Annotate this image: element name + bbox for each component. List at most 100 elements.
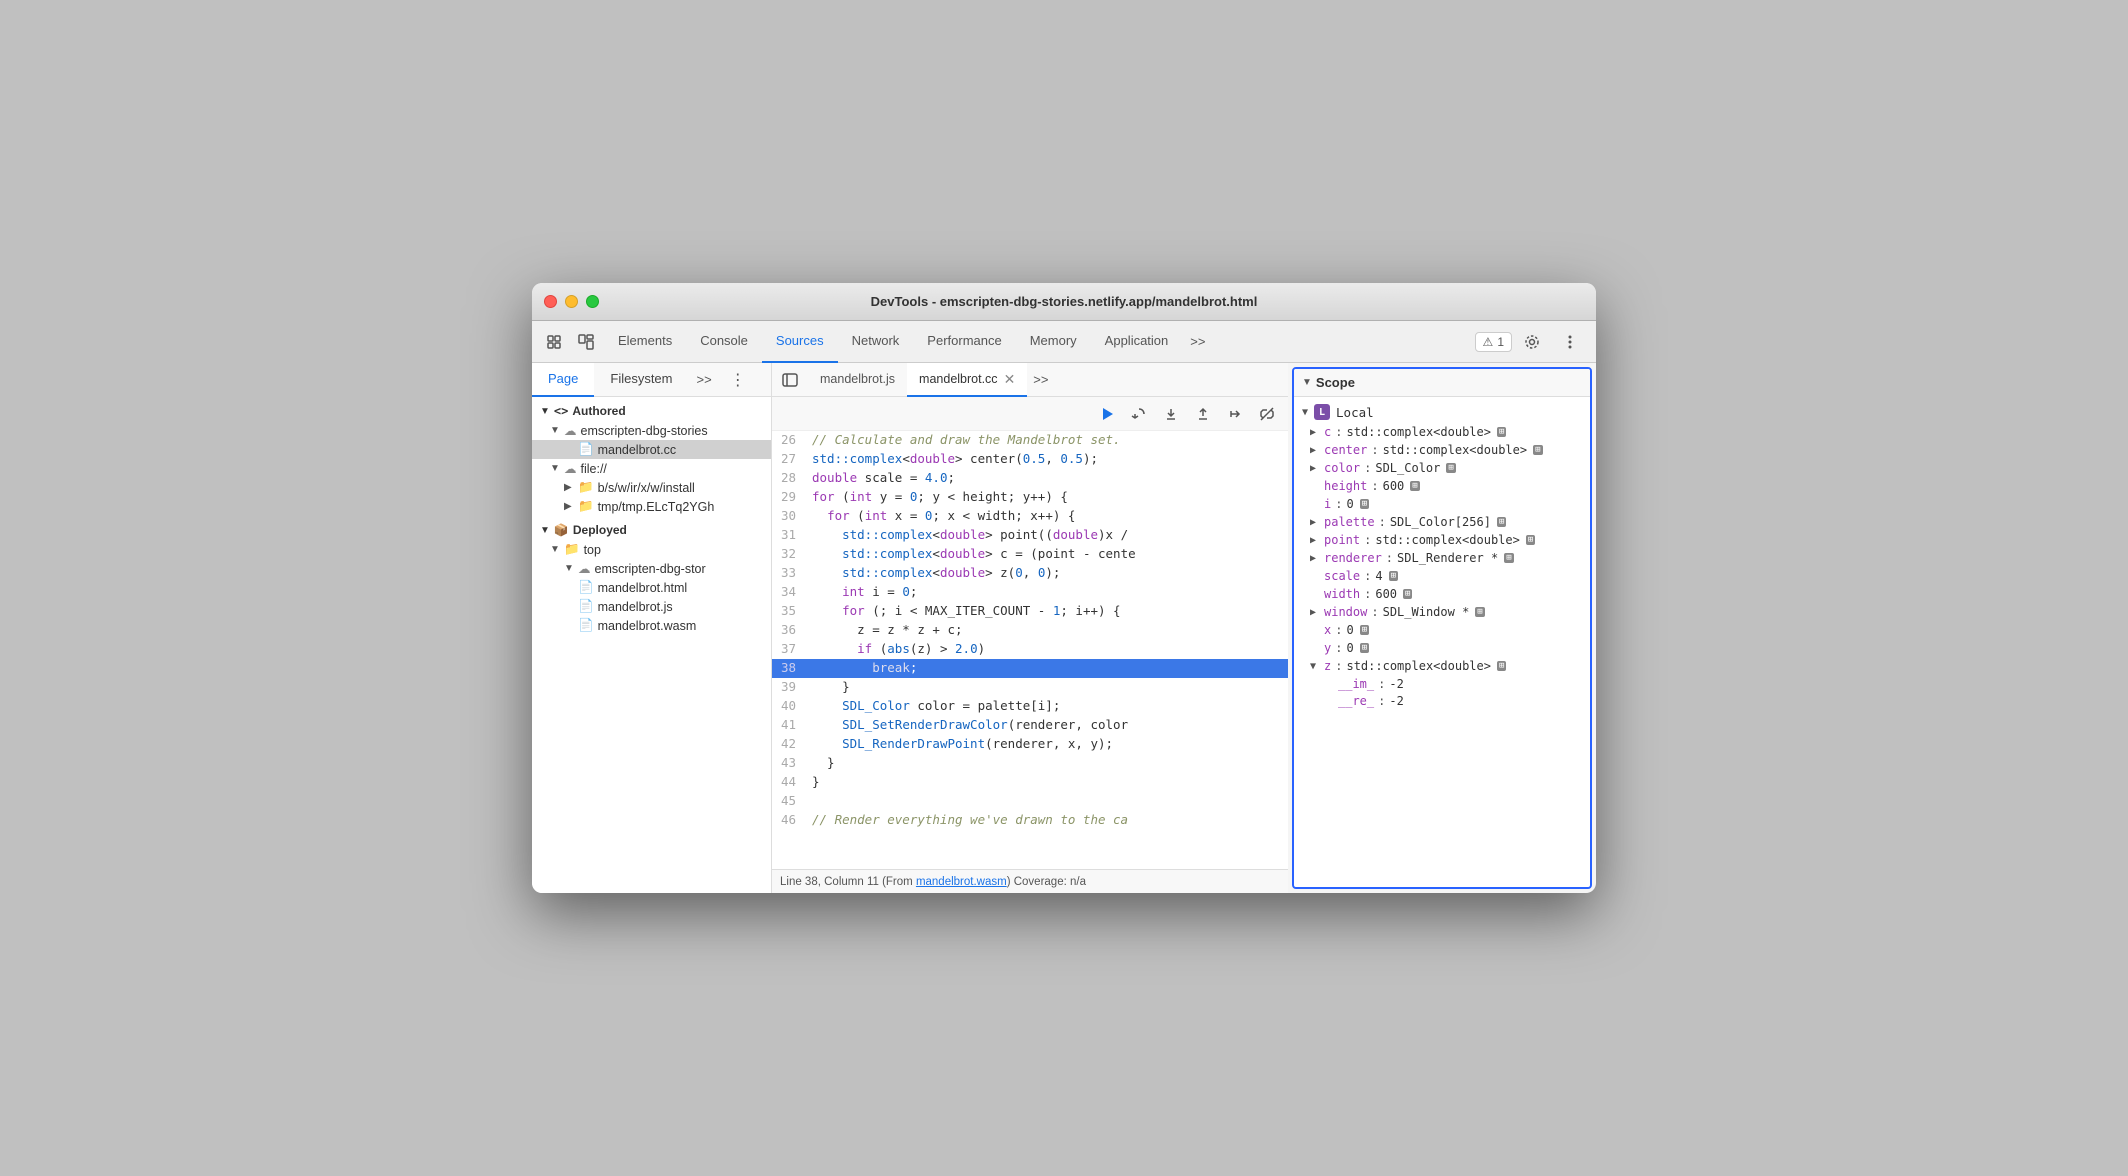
step-into-button[interactable] (1158, 401, 1184, 427)
deactivate-breakpoints-button[interactable] (1254, 401, 1280, 427)
code-line-40: 40 SDL_Color color = palette[i]; (772, 697, 1288, 716)
scope-item-scale: scale: 4⊞ (1294, 567, 1590, 585)
toolbar-right: ⚠ 1 (1475, 328, 1588, 356)
tab-sources[interactable]: Sources (762, 321, 838, 363)
more-sec-tabs[interactable]: >> (689, 372, 720, 387)
devtools-window: DevTools - emscripten-dbg-stories.netlif… (532, 283, 1596, 893)
expand-point-arrow[interactable]: ▶ (1310, 535, 1320, 546)
tab-elements[interactable]: Elements (604, 321, 686, 363)
tab-filesystem[interactable]: Filesystem (594, 363, 688, 397)
code-line-42: 42 SDL_RenderDrawPoint(renderer, x, y); (772, 735, 1288, 754)
scope-item-point[interactable]: ▶ point: std::complex<double>⊞ (1294, 531, 1590, 549)
cursor-icon[interactable] (540, 328, 568, 356)
emscripten-authored-folder[interactable]: ▼ ☁ emscripten-dbg-stories (532, 421, 771, 440)
c-badge: ⊞ (1497, 427, 1506, 437)
tab-application[interactable]: Application (1091, 321, 1183, 363)
folder-label2: file:// (581, 462, 607, 476)
code-tab-js[interactable]: mandelbrot.js (808, 363, 907, 397)
code-tab-cc[interactable]: mandelbrot.cc ✕ (907, 363, 1027, 397)
status-text: Line 38, Column 11 (From mandelbrot.wasm… (780, 876, 1086, 888)
code-line-46: 46 // Render everything we've drawn to t… (772, 811, 1288, 830)
scope-item-height: height: 600⊞ (1294, 477, 1590, 495)
scope-item-center[interactable]: ▶ center: std::complex<double>⊞ (1294, 441, 1590, 459)
more-code-tabs[interactable]: >> (1027, 372, 1054, 387)
code-content: 26 // Calculate and draw the Mandelbrot … (772, 431, 1288, 869)
settings-icon[interactable] (1518, 328, 1546, 356)
step-over-button[interactable] (1126, 401, 1152, 427)
code-line-34: 34 int i = 0; (772, 583, 1288, 602)
mandelbrot-html-file[interactable]: 📄 mandelbrot.html (532, 578, 771, 597)
emscripten-deployed-folder[interactable]: ▼ ☁ emscripten-dbg-stor (532, 559, 771, 578)
scope-item-i: i: 0⊞ (1294, 495, 1590, 513)
resume-button[interactable] (1094, 401, 1120, 427)
authored-bracket-icon: <> (554, 404, 568, 418)
scope-item-c[interactable]: ▶ c: std::complex<double>⊞ (1294, 423, 1590, 441)
center-badge: ⊞ (1533, 445, 1542, 455)
authored-label: Authored (572, 404, 625, 418)
palette-badge: ⊞ (1497, 517, 1506, 527)
mandelbrot-cc-file[interactable]: 📄 mandelbrot.cc (532, 440, 771, 459)
more-tabs-button[interactable]: >> (1182, 334, 1213, 349)
maximize-button[interactable] (586, 295, 599, 308)
scope-item-z[interactable]: ▼ z: std::complex<double>⊞ (1294, 657, 1590, 675)
cloud-icon2: ☁ (564, 461, 577, 476)
deployed-folder-label: emscripten-dbg-stor (595, 562, 706, 576)
scope-item-color[interactable]: ▶ color: SDL_Color⊞ (1294, 459, 1590, 477)
wasm-link[interactable]: mandelbrot.wasm (916, 876, 1007, 888)
warning-count: 1 (1497, 335, 1504, 349)
expand-c-arrow[interactable]: ▶ (1310, 427, 1320, 438)
folder-arrow: ▼ (550, 425, 560, 436)
install-folder[interactable]: ▶ 📁 b/s/w/ir/x/w/install (532, 478, 771, 497)
scope-item-palette[interactable]: ▶ palette: SDL_Color[256]⊞ (1294, 513, 1590, 531)
folder-arrow4: ▶ (564, 501, 574, 512)
scope-item-im: __im_: -2 (1294, 675, 1590, 692)
top-folder[interactable]: ▼ 📁 top (532, 540, 771, 559)
warning-badge[interactable]: ⚠ 1 (1475, 332, 1512, 352)
mandelbrot-wasm-file[interactable]: 📄 mandelbrot.wasm (532, 616, 771, 635)
code-line-29: 29 for (int y = 0; y < height; y++) { (772, 488, 1288, 507)
toggle-sidebar-icon[interactable] (776, 366, 804, 394)
tab-page[interactable]: Page (532, 363, 594, 397)
window-badge: ⊞ (1475, 607, 1484, 617)
deployed-section[interactable]: ▼ 📦 Deployed (532, 520, 771, 540)
step-button[interactable] (1222, 401, 1248, 427)
top-label: top (584, 543, 601, 557)
authored-section[interactable]: ▼ <> Authored (532, 401, 771, 421)
scope-item-window[interactable]: ▶ window: SDL_Window *⊞ (1294, 603, 1590, 621)
expand-renderer-arrow[interactable]: ▶ (1310, 553, 1320, 564)
tab-console[interactable]: Console (686, 321, 762, 363)
close-button[interactable] (544, 295, 557, 308)
expand-center-arrow[interactable]: ▶ (1310, 445, 1320, 456)
traffic-lights (544, 295, 599, 308)
mandelbrot-js-file[interactable]: 📄 mandelbrot.js (532, 597, 771, 616)
file-scheme-folder[interactable]: ▼ ☁ file:// (532, 459, 771, 478)
more-options-icon[interactable] (1556, 328, 1584, 356)
scope-collapse-arrow[interactable]: ▼ (1302, 377, 1312, 388)
tab-performance[interactable]: Performance (913, 321, 1015, 363)
file-tree: ▼ <> Authored ▼ ☁ emscripten-dbg-stories… (532, 397, 772, 639)
sec-tab-menu[interactable]: ⋮ (722, 370, 754, 390)
scope-item-renderer[interactable]: ▶ renderer: SDL_Renderer *⊞ (1294, 549, 1590, 567)
mandelbrot-wasm-label: mandelbrot.wasm (598, 619, 697, 633)
expand-window-arrow[interactable]: ▶ (1310, 607, 1320, 618)
scope-local-header[interactable]: ▼ L Local (1294, 401, 1590, 423)
tmp-folder[interactable]: ▶ 📁 tmp/tmp.ELcTq2YGh (532, 497, 771, 516)
expand-palette-arrow[interactable]: ▶ (1310, 517, 1320, 528)
collapse-z-arrow[interactable]: ▼ (1310, 661, 1320, 672)
local-collapse-arrow: ▼ (1302, 407, 1308, 418)
minimize-button[interactable] (565, 295, 578, 308)
color-badge: ⊞ (1446, 463, 1455, 473)
code-line-26: 26 // Calculate and draw the Mandelbrot … (772, 431, 1288, 450)
inspect-icon[interactable] (572, 328, 600, 356)
tmp-label: tmp/tmp.ELcTq2YGh (598, 500, 715, 514)
file-html-icon: 📄 (578, 580, 594, 595)
expand-color-arrow[interactable]: ▶ (1310, 463, 1320, 474)
cloud-icon3: ☁ (578, 561, 591, 576)
code-line-28: 28 double scale = 4.0; (772, 469, 1288, 488)
tab-network[interactable]: Network (838, 321, 914, 363)
step-out-button[interactable] (1190, 401, 1216, 427)
code-editor: mandelbrot.js mandelbrot.cc ✕ >> (772, 363, 1288, 893)
close-tab-icon[interactable]: ✕ (1004, 372, 1016, 386)
tab-memory[interactable]: Memory (1016, 321, 1091, 363)
x-badge: ⊞ (1360, 625, 1369, 635)
